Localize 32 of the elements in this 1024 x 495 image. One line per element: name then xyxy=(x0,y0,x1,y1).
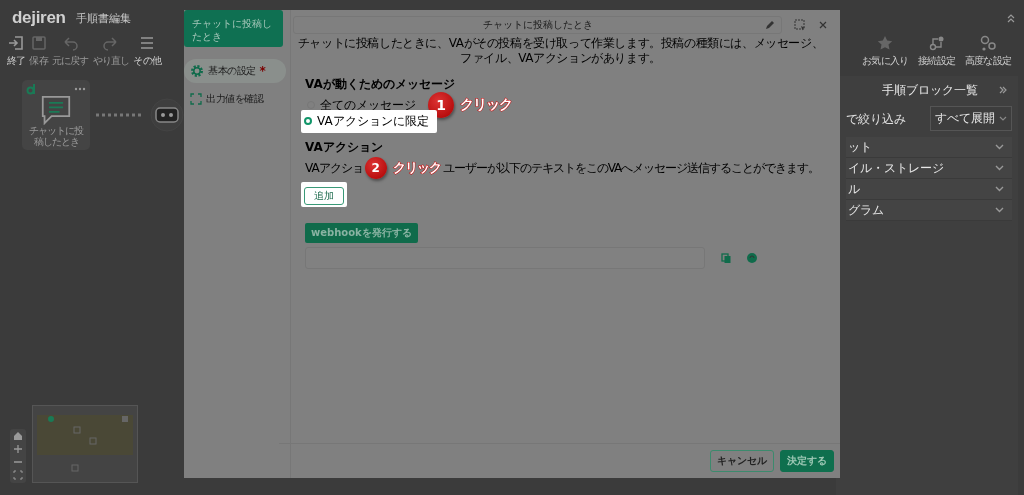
toolbar-button[interactable]: 終了 xyxy=(6,34,27,68)
section-heading: VAアクション xyxy=(305,139,384,156)
toolbar-button[interactable]: 高度な設定 xyxy=(964,34,1012,68)
node-label: チャットに投稿したとき xyxy=(28,125,85,147)
app-logo: dejiren xyxy=(12,8,66,28)
description-text: VAアクショ xyxy=(305,159,363,177)
category-row[interactable]: グラム xyxy=(846,200,1012,221)
expand-dropdown[interactable]: すべて展開 xyxy=(930,106,1012,131)
annotation-label: クリック xyxy=(392,159,441,177)
section-heading: VAが動くためのメッセージ xyxy=(305,76,456,93)
toolbar-button[interactable]: お気に入り xyxy=(861,34,910,68)
nav-item[interactable]: 出力値を確認 xyxy=(184,87,286,111)
page-title: 手順書編集 xyxy=(75,10,131,26)
cancel-button[interactable]: キャンセル xyxy=(710,450,774,472)
dialog-title: チャットに投稿したとき xyxy=(482,18,593,32)
nav-item[interactable]: 基本の設定 * xyxy=(184,59,286,83)
annotation-label: クリック xyxy=(460,96,512,114)
trigger-node[interactable]: チャットに投稿したとき xyxy=(22,80,90,150)
toolbar-button[interactable]: その他 xyxy=(132,34,163,68)
filter-field[interactable]: で絞り込み xyxy=(846,106,924,131)
radio-option[interactable]: VAアクションに限定 xyxy=(301,109,437,133)
panel-title: 手順ブロック一覧 xyxy=(882,81,978,99)
category-row[interactable]: ル xyxy=(846,179,1012,200)
dialog-description: チャットに投稿したときに、VAがその投稿を受け取って作業します。投稿の種類には、メッセージ、ファイル、VAアクションがあります。 xyxy=(296,36,825,66)
category-row[interactable]: イル・ストレージ xyxy=(846,158,1012,179)
description-text: ユーザーが以下のテキストをこのVAへメッセージ送信することができます。 xyxy=(442,159,820,177)
toolbar-button[interactable]: 接続設定 xyxy=(917,34,956,68)
step-number: 2 xyxy=(364,157,387,179)
add-button[interactable]: 追加 xyxy=(304,187,344,205)
required-mark: * xyxy=(259,64,266,78)
title-field[interactable]: チャットに投稿したとき xyxy=(293,16,782,34)
category-row[interactable]: ット xyxy=(846,137,1012,158)
